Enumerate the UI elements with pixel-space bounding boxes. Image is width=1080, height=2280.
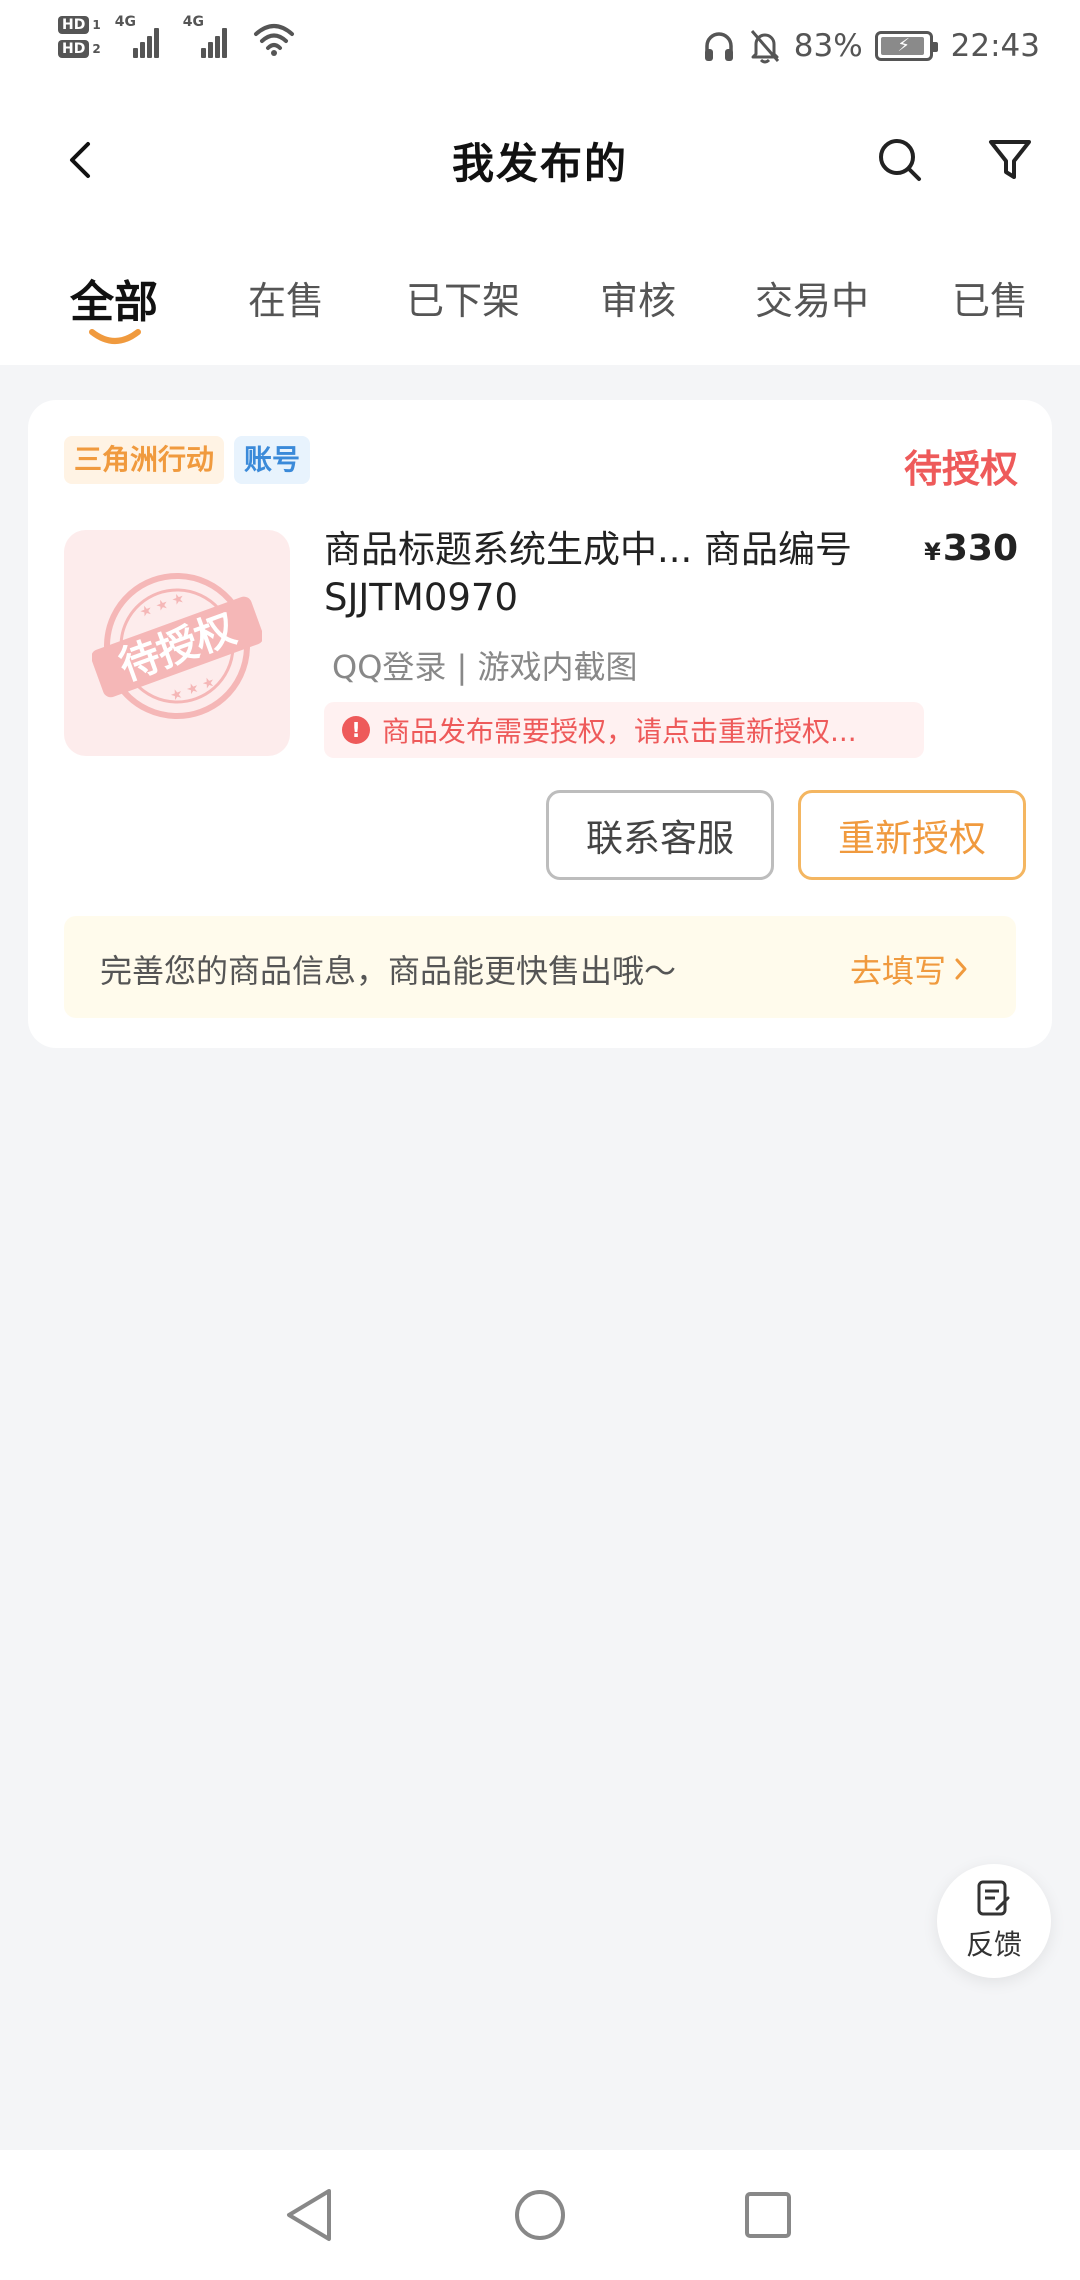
price-symbol: ¥ — [924, 538, 941, 566]
triangle-back-icon — [287, 2189, 331, 2241]
fill-in-label: 去填写 — [849, 952, 946, 990]
warning-text: 商品发布需要授权，请点击重新授权... — [382, 715, 857, 748]
network-1-label: 4G — [114, 14, 136, 30]
circle-home-icon — [515, 2190, 565, 2240]
tab-on-sale[interactable]: 在售 — [248, 270, 324, 325]
mute-bell-icon — [750, 30, 779, 64]
clock: 22:43 — [950, 28, 1040, 64]
signal-2-icon: 4G — [183, 14, 237, 58]
complete-info-banner[interactable]: 完善您的商品信息，商品能更快售出哦～ 去填写 — [64, 916, 1016, 1018]
headphones-icon — [704, 32, 733, 61]
battery-icon: ⚡ — [874, 31, 938, 61]
contact-service-button[interactable]: 联系客服 — [546, 790, 774, 880]
hd1-badge: HD 1 — [58, 16, 101, 34]
tab-trading[interactable]: 交易中 — [755, 270, 869, 325]
search-button[interactable] — [870, 130, 930, 190]
hd1-label: HD — [58, 16, 90, 34]
battery-percent: 83% — [793, 28, 863, 64]
status-badge: 待授权 — [903, 447, 1018, 491]
search-icon — [879, 139, 921, 181]
nav-home-button[interactable] — [505, 2180, 575, 2250]
tab-bar: 全部 在售 已下架 审核 交易中 已售 — [0, 270, 1080, 350]
wifi-icon — [253, 24, 294, 56]
feedback-label: 反馈 — [965, 1928, 1022, 1961]
authorization-warning: ! 商品发布需要授权，请点击重新授权... — [324, 702, 924, 758]
chevron-right-icon — [955, 958, 967, 980]
hd1-num: 1 — [92, 18, 101, 32]
price-value: 330 — [942, 528, 1018, 569]
hd-indicators: HD 1 HD 2 — [58, 16, 101, 58]
status-right: 83% ⚡ 22:43 — [702, 18, 1040, 74]
type-tag: 账号 — [234, 436, 311, 484]
product-price: ¥330 — [924, 528, 1018, 569]
filter-icon — [989, 140, 1031, 179]
hd2-badge: HD 2 — [58, 40, 101, 58]
svg-text:★ ★ ★: ★ ★ ★ — [138, 590, 187, 621]
pending-stamp-icon: ★ ★ ★ ★ ★ ★ 待授权 — [92, 573, 262, 719]
feedback-button[interactable]: 反馈 — [937, 1864, 1051, 1978]
tab-review[interactable]: 审核 — [600, 270, 676, 325]
status-bar: HD 1 HD 2 4G 4G 83% ⚡ 22:43 — [0, 0, 1080, 90]
hd2-num: 2 — [92, 42, 101, 56]
system-nav-bar — [0, 2150, 1080, 2280]
header: 我发布的 — [0, 110, 1080, 210]
game-tag: 三角洲行动 — [64, 436, 225, 484]
product-title: 商品标题系统生成中... 商品编号SJJTM0970 — [324, 528, 853, 619]
hd2-label: HD — [58, 40, 90, 58]
nav-recents-button[interactable] — [733, 2180, 803, 2250]
feedback-icon — [977, 1880, 1010, 1916]
hint-text: 完善您的商品信息，商品能更快售出哦～ — [100, 952, 677, 990]
nav-back-button[interactable] — [274, 2180, 344, 2250]
tab-sold[interactable]: 已售 — [952, 270, 1028, 325]
tab-active-indicator — [89, 329, 141, 344]
square-recents-icon — [745, 2192, 791, 2238]
reauthorize-button[interactable]: 重新授权 — [798, 790, 1026, 880]
product-thumbnail: ★ ★ ★ ★ ★ ★ 待授权 — [64, 530, 290, 756]
tab-delisted[interactable]: 已下架 — [406, 270, 520, 325]
tag-row: 三角洲行动 账号 — [64, 436, 311, 484]
fill-in-link[interactable]: 去填写 — [850, 946, 968, 992]
alert-icon: ! — [342, 716, 370, 744]
status-left: HD 1 HD 2 4G 4G — [58, 14, 295, 74]
product-subtitle: QQ登录 | 游戏内截图 — [332, 648, 638, 686]
signal-1-icon: 4G — [115, 14, 169, 58]
filter-button[interactable] — [980, 130, 1040, 190]
tab-all[interactable]: 全部 — [70, 266, 158, 330]
network-2-label: 4G — [182, 14, 204, 30]
product-card[interactable]: 三角洲行动 账号 待授权 ★ ★ ★ ★ ★ ★ 待授权 商品标题系统生成中..… — [28, 400, 1052, 1048]
